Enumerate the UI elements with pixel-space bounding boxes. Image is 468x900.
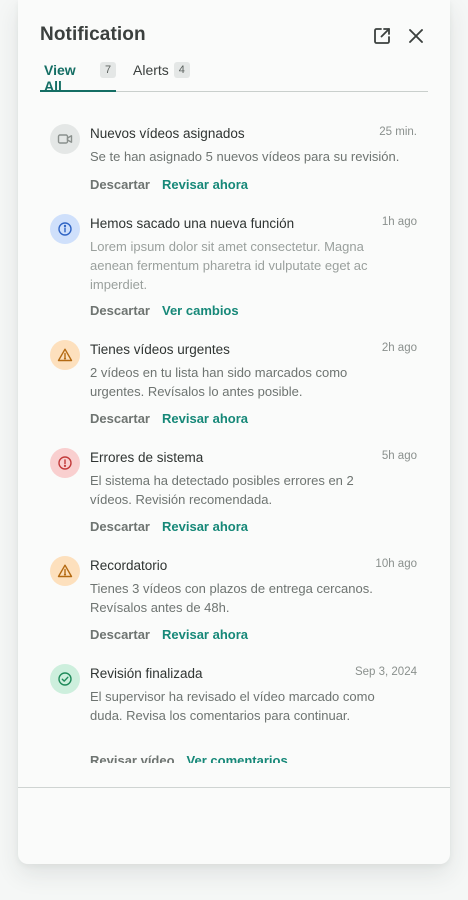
- notification-item: Nuevos vídeos asignados 25 min. Se te ha…: [18, 118, 450, 198]
- dismiss-button[interactable]: Descartar: [90, 627, 150, 642]
- tab-alerts[interactable]: Alerts 4: [133, 62, 190, 92]
- tab-view-all-label: View All: [44, 62, 76, 94]
- notification-actions: Descartar Revisar ahora: [90, 177, 248, 192]
- panel-title: Notification: [40, 24, 146, 45]
- check-circle-icon: [58, 672, 72, 686]
- video-camera-icon: [57, 134, 73, 144]
- warning-icon: [57, 348, 73, 362]
- review-now-button[interactable]: Revisar ahora: [162, 519, 248, 534]
- dismiss-button[interactable]: Descartar: [90, 519, 150, 534]
- tab-bar: View All 7 Alerts 4: [40, 58, 428, 94]
- notification-title: Errores de sistema: [90, 450, 204, 465]
- notification-body: Tienes 3 vídeos con plazos de entrega ce…: [90, 581, 373, 615]
- notification-body: Se te han asignado 5 nuevos vídeos para …: [90, 149, 400, 164]
- error-icon: [58, 456, 72, 470]
- notification-actions: Descartar Revisar ahora: [90, 627, 248, 642]
- tab-alerts-label: Alerts: [133, 62, 169, 78]
- tab-alerts-count: 4: [173, 62, 190, 78]
- notification-time: 5h ago: [381, 450, 417, 462]
- notification-body: El supervisor ha revisado el vídeo marca…: [90, 689, 375, 723]
- view-changes-button[interactable]: Ver cambios: [162, 303, 239, 318]
- review-now-button[interactable]: Revisar ahora: [162, 627, 248, 642]
- notification-time: 25 min.: [379, 126, 417, 138]
- notification-panel: Notification View All 7 Alerts 4 Nuevos …: [18, 0, 450, 864]
- panel-footer-divider: [18, 787, 450, 788]
- panel-header: Notification: [40, 24, 428, 48]
- notification-title: Recordatorio: [90, 558, 168, 573]
- notification-title: Nuevos vídeos asignados: [90, 126, 245, 141]
- notification-icon-badge: [50, 124, 80, 154]
- notification-icon-badge: [50, 556, 80, 586]
- dismiss-button[interactable]: Descartar: [90, 411, 150, 426]
- notification-icon-badge: [50, 664, 80, 694]
- tab-view-all[interactable]: View All 7: [40, 62, 116, 94]
- tab-view-all-count: 7: [100, 62, 116, 78]
- notification-item: Tienes vídeos urgentes 2h ago 2 vídeos e…: [18, 334, 450, 426]
- notification-item: Recordatorio 10h ago Tienes 3 vídeos con…: [18, 550, 450, 642]
- review-now-button[interactable]: Revisar ahora: [162, 411, 248, 426]
- notification-item: Hemos sacado una nueva función 1h ago Lo…: [18, 208, 450, 318]
- notification-item: Revisión finalizada Sep 3, 2024 El super…: [18, 658, 450, 763]
- notification-time: 1h ago: [381, 216, 417, 228]
- warning-icon: [57, 564, 73, 578]
- dismiss-button[interactable]: Descartar: [90, 303, 150, 318]
- open-external-button[interactable]: [370, 24, 394, 48]
- info-icon: [58, 222, 72, 236]
- notification-actions: Descartar Revisar ahora: [90, 519, 248, 534]
- close-icon: [409, 29, 423, 43]
- notification-title: Tienes vídeos urgentes: [90, 342, 230, 357]
- notification-list[interactable]: Nuevos vídeos asignados 25 min. Se te ha…: [18, 118, 450, 763]
- notification-icon-badge: [50, 214, 80, 244]
- notification-item: Errores de sistema 5h ago El sistema ha …: [18, 442, 450, 534]
- notification-body: Lorem ipsum dolor sit amet consectetur. …: [90, 239, 368, 292]
- notification-time: 10h ago: [375, 558, 417, 570]
- notification-icon-badge: [50, 448, 80, 478]
- notification-body: El sistema ha detectado posibles errores…: [90, 473, 354, 507]
- notification-time: 2h ago: [381, 342, 417, 354]
- view-comments-button[interactable]: Ver comentarios: [187, 753, 288, 763]
- close-button[interactable]: [404, 24, 428, 48]
- notification-title: Hemos sacado una nueva función: [90, 216, 295, 231]
- notification-icon-badge: [50, 340, 80, 370]
- review-now-button[interactable]: Revisar ahora: [162, 177, 248, 192]
- review-video-button[interactable]: Revisar vídeo: [90, 753, 175, 763]
- notification-actions: Descartar Revisar ahora: [90, 411, 248, 426]
- notification-title: Revisión finalizada: [90, 666, 203, 681]
- notification-body: 2 vídeos en tu lista han sido marcados c…: [90, 365, 348, 399]
- notification-actions: Revisar vídeo Ver comentarios: [90, 753, 288, 763]
- open-external-icon: [374, 28, 390, 44]
- notification-time: Sep 3, 2024: [354, 666, 417, 678]
- notification-actions: Descartar Ver cambios: [90, 303, 239, 318]
- dismiss-button[interactable]: Descartar: [90, 177, 150, 192]
